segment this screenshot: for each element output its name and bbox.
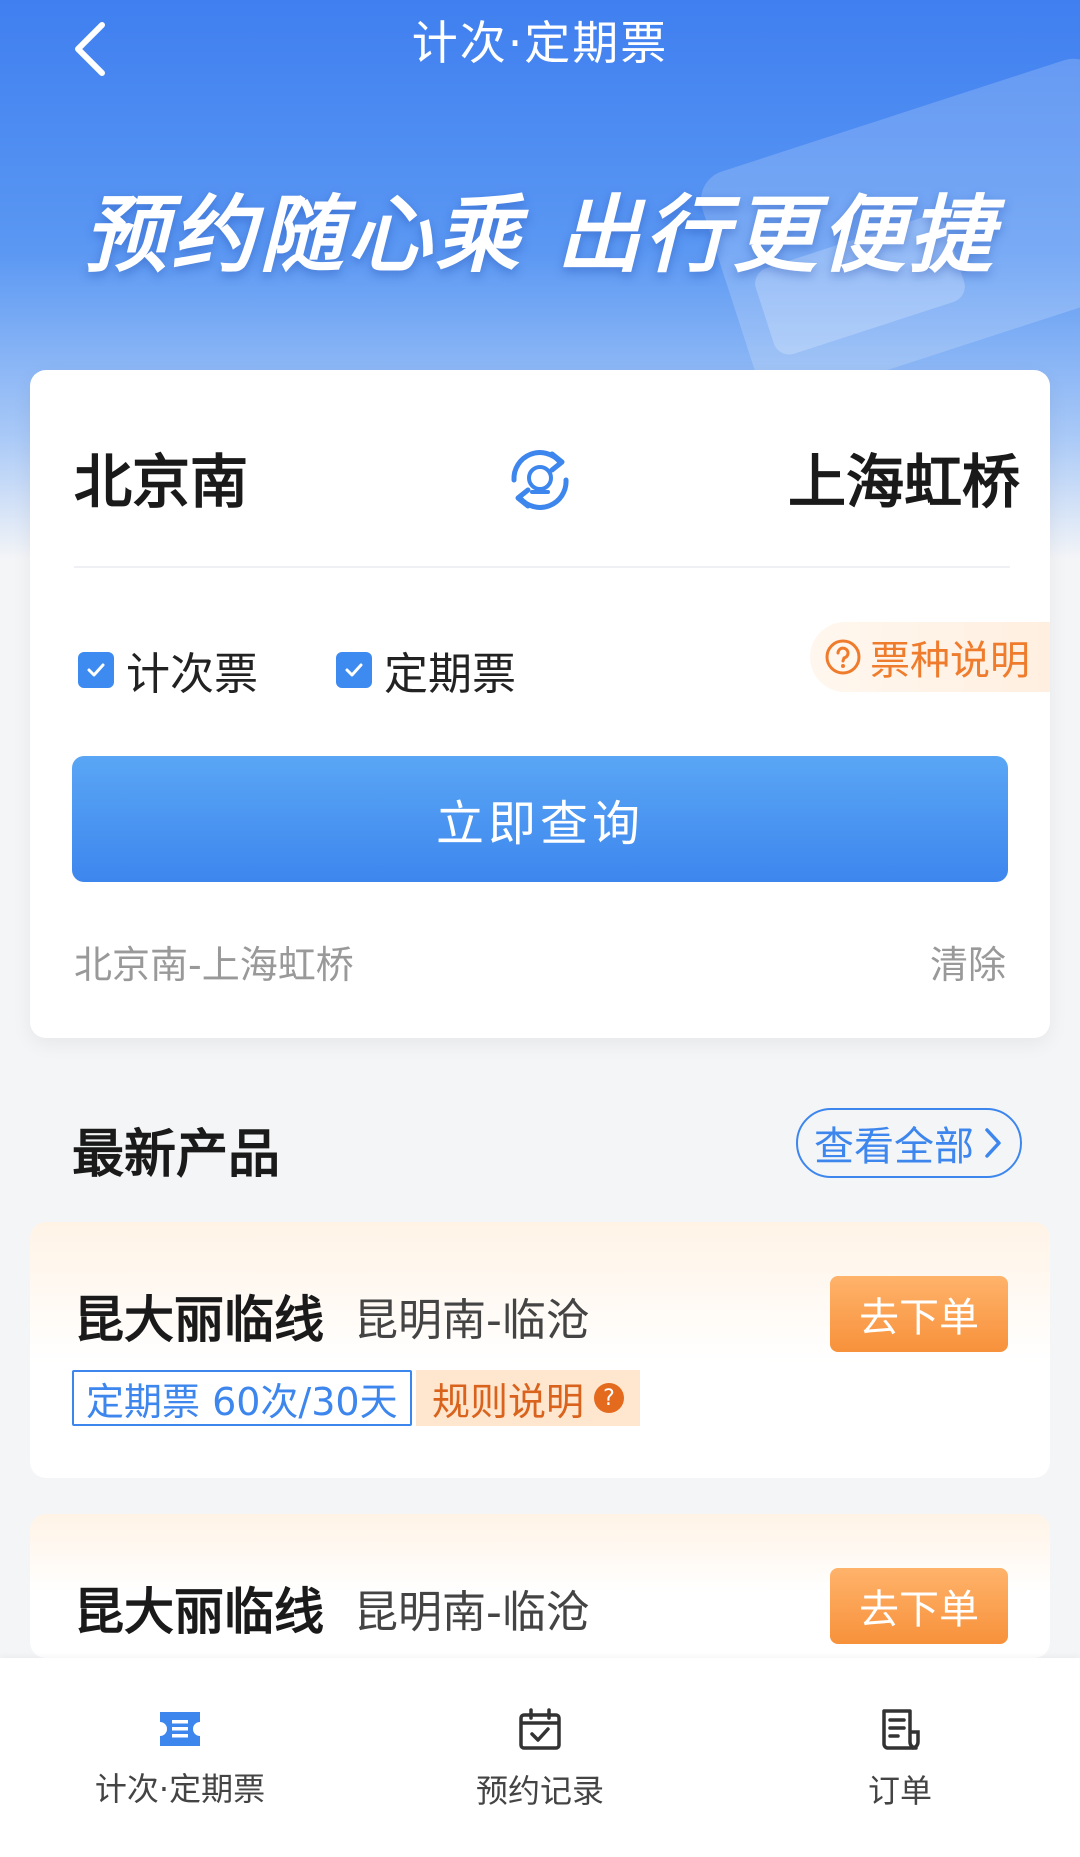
tab-reservation-records[interactable]: 预约记录 bbox=[360, 1658, 720, 1857]
checkbox-count-ticket[interactable]: 计次票 bbox=[78, 638, 258, 702]
tab-orders[interactable]: 订单 bbox=[720, 1658, 1080, 1857]
view-all-button[interactable]: 查看全部 bbox=[796, 1108, 1022, 1178]
clear-history-button[interactable]: 清除 bbox=[930, 934, 1006, 989]
bottom-tab-bar: 计次·定期票 预约记录 订单 bbox=[0, 1658, 1080, 1857]
product-route: 昆明南-临沧 bbox=[354, 1295, 590, 1346]
to-station[interactable]: 上海虹桥 bbox=[788, 435, 1020, 519]
order-button[interactable]: 去下单 bbox=[830, 1568, 1008, 1644]
from-station[interactable]: 北京南 bbox=[74, 435, 248, 519]
search-card: 北京南 上海虹桥 计次票 定期票 票种说明 立即查询 北京南-上海虹桥 清除 bbox=[30, 370, 1050, 1038]
rules-button[interactable]: 规则说明 ? bbox=[416, 1370, 641, 1426]
checkbox-checked-icon bbox=[336, 652, 372, 688]
page-title: 计次·定期票 bbox=[411, 16, 669, 70]
rules-label: 规则说明 bbox=[432, 1379, 585, 1424]
product-card: 昆大丽临线 昆明南-临沧 去下单 bbox=[30, 1514, 1050, 1658]
product-card: 昆大丽临线 昆明南-临沧 去下单 定期票 60次/30天 规则说明 ? bbox=[30, 1222, 1050, 1478]
checkbox-period-ticket[interactable]: 定期票 bbox=[336, 638, 516, 702]
calendar-check-icon bbox=[519, 1708, 561, 1750]
ticket-tag: 定期票 60次/30天 bbox=[72, 1370, 412, 1426]
ticket-type-help-label: 票种说明 bbox=[870, 638, 1030, 684]
query-button[interactable]: 立即查询 bbox=[72, 756, 1008, 882]
tab-label: 预约记录 bbox=[475, 1772, 604, 1810]
section-title: 最新产品 bbox=[72, 1125, 281, 1185]
search-history-item[interactable]: 北京南-上海虹桥 bbox=[74, 934, 354, 989]
question-circle-icon bbox=[825, 639, 861, 675]
swap-train-icon bbox=[511, 450, 569, 510]
product-line-name: 昆大丽临线 bbox=[74, 1291, 324, 1349]
swap-stations-button[interactable] bbox=[500, 440, 580, 520]
ticket-icon bbox=[160, 1712, 200, 1746]
order-button[interactable]: 去下单 bbox=[830, 1276, 1008, 1352]
order-list-icon bbox=[882, 1709, 920, 1750]
view-all-label: 查看全部 bbox=[814, 1124, 974, 1170]
tab-label: 订单 bbox=[867, 1772, 932, 1810]
product-line-name: 昆大丽临线 bbox=[74, 1583, 324, 1641]
checkbox-label: 计次票 bbox=[126, 649, 258, 700]
checkbox-label: 定期票 bbox=[384, 649, 516, 700]
product-route: 昆明南-临沧 bbox=[354, 1587, 590, 1638]
checkbox-checked-icon bbox=[78, 652, 114, 688]
tab-ticket[interactable]: 计次·定期票 bbox=[0, 1658, 360, 1857]
question-icon: ? bbox=[594, 1383, 625, 1413]
ticket-type-help-button[interactable]: 票种说明 bbox=[810, 622, 1050, 692]
hero-slogan: 预约随心乘 出行更便捷 bbox=[83, 186, 997, 284]
chevron-right-icon bbox=[985, 1128, 1001, 1158]
tab-label: 计次·定期票 bbox=[94, 1770, 266, 1808]
divider bbox=[74, 566, 1010, 568]
